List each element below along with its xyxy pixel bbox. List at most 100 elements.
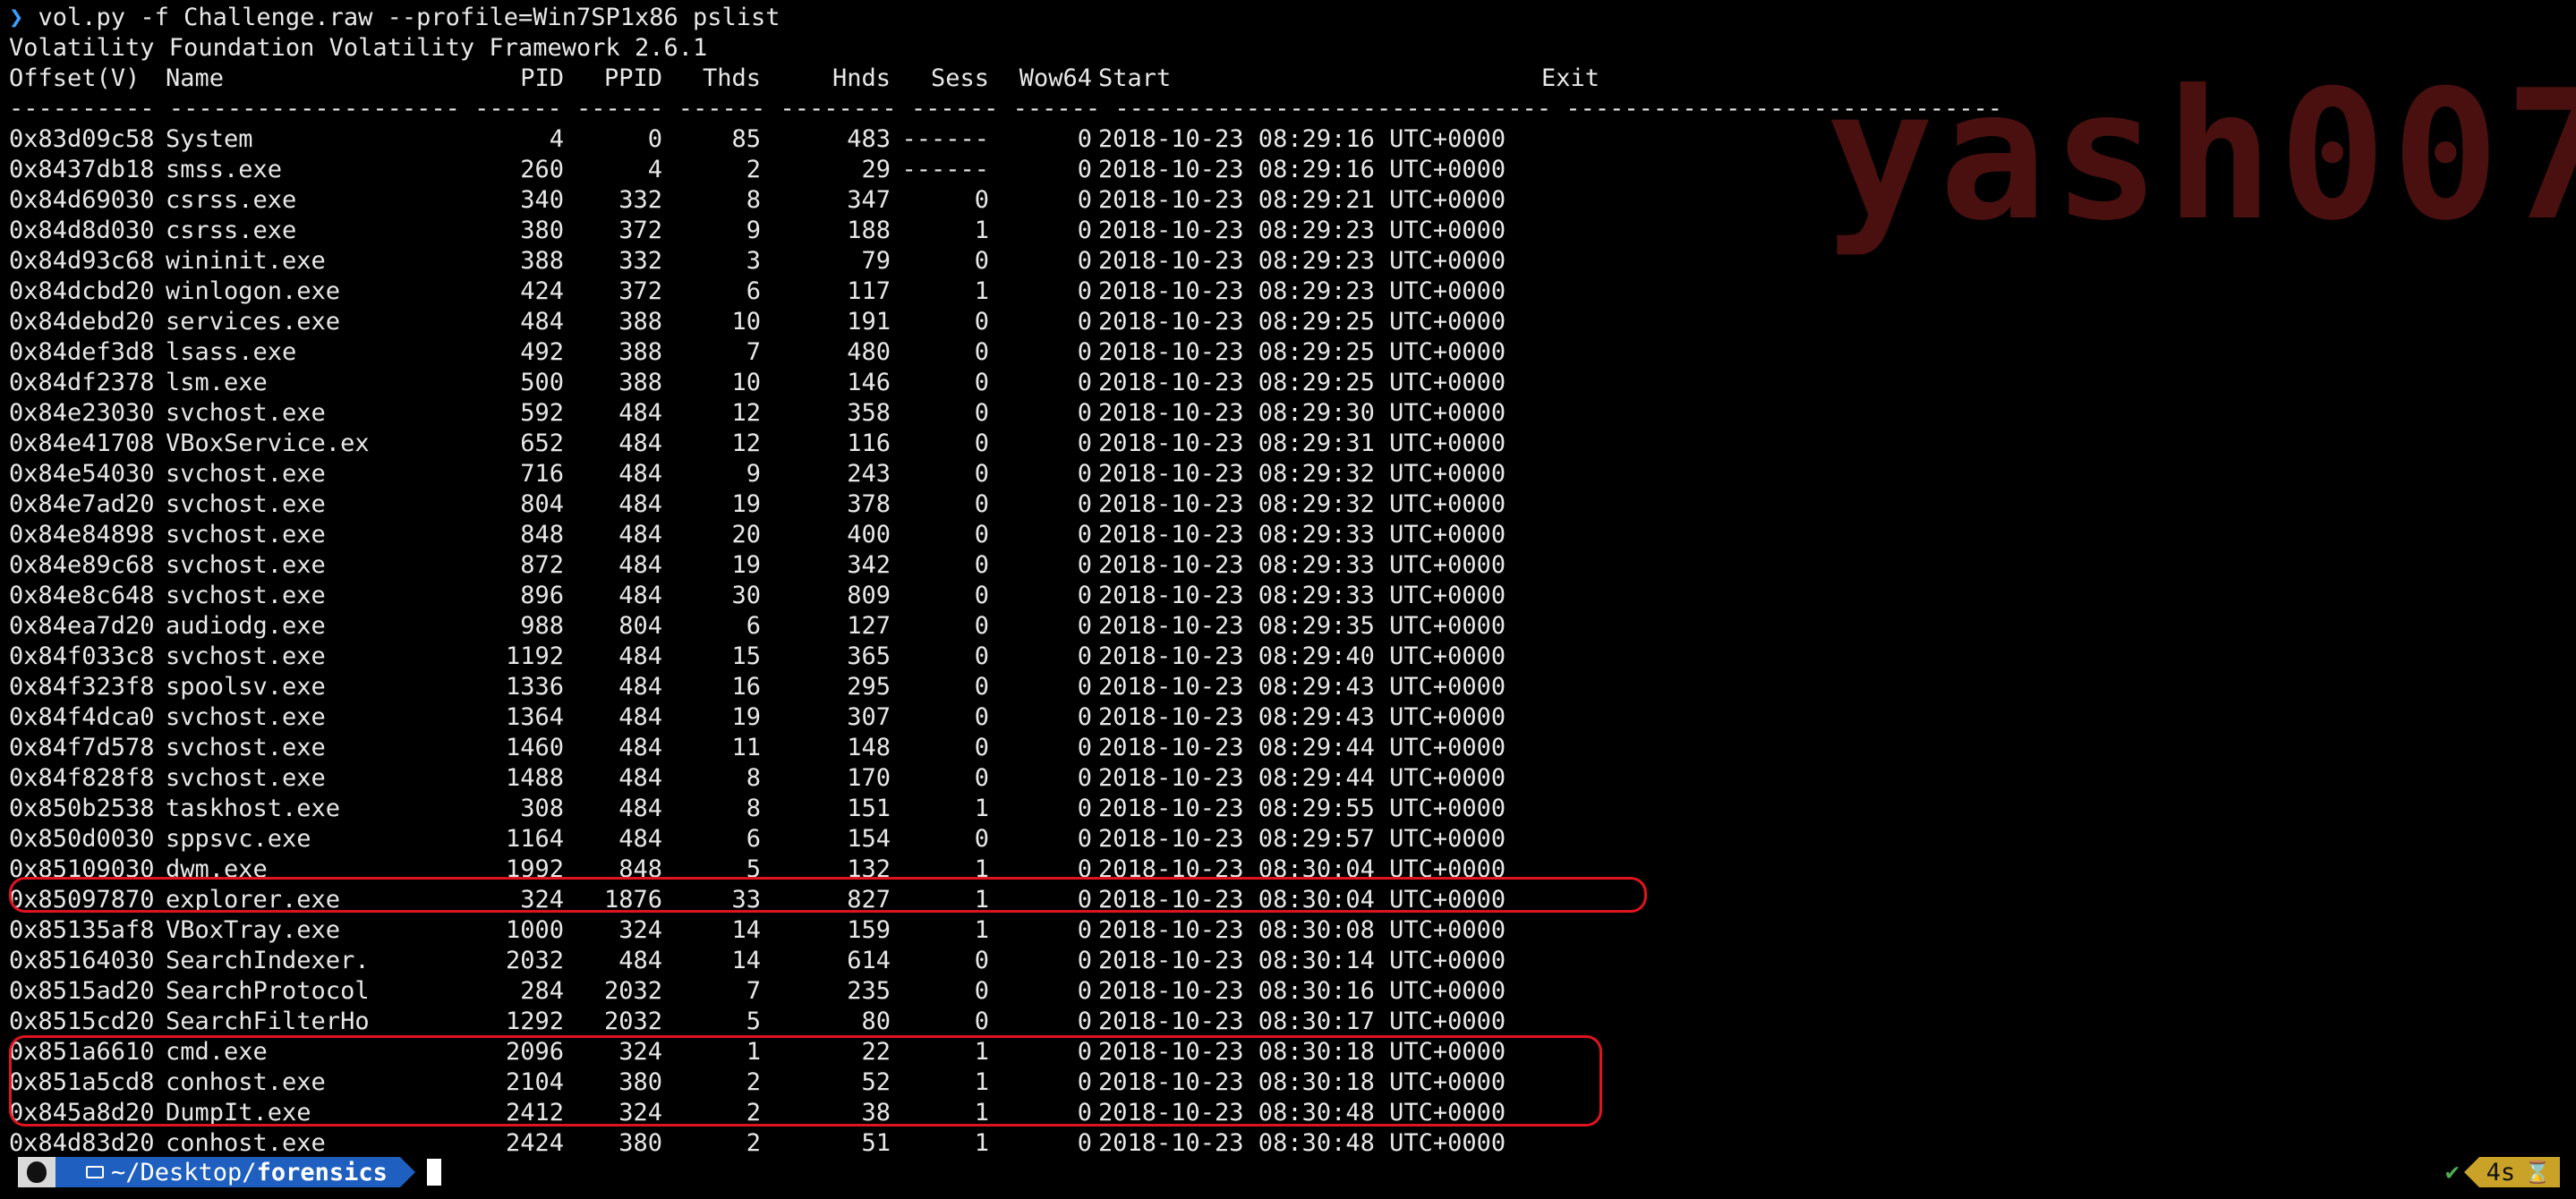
cell-thds: 6	[746, 612, 761, 640]
cell-wow64: 0	[1077, 186, 1092, 214]
cell-start: 2018-10-23 08:29:25 UTC+0000	[1098, 369, 1506, 396]
cell-sess: 1	[974, 916, 989, 944]
cell-sess: ------	[901, 156, 989, 183]
cell-wow64: 0	[1077, 277, 1092, 305]
cell-thds: 19	[731, 703, 761, 731]
cell-wow64: 0	[1077, 916, 1092, 944]
cell-sess: 0	[974, 521, 989, 548]
cell-pid: 2032	[505, 947, 564, 974]
cell-hnds: 146	[847, 369, 891, 396]
cell-pid: 260	[520, 156, 564, 183]
table-row: 0x850d0030 sppsvc.exe 1164 484 6 154 0 0 2018-10…	[9, 824, 2068, 855]
cell-hnds: 191	[847, 308, 891, 336]
volatility-banner: Volatility Foundation Volatility Framewo…	[9, 34, 708, 62]
cell-offset: 0x850b2538	[9, 795, 155, 822]
cell-thds: 5	[746, 1008, 761, 1035]
cell-ppid: 388	[618, 338, 662, 366]
cell-thds: 15	[731, 642, 761, 670]
highlight-cmd-dumpit-box	[9, 1035, 1602, 1127]
table-row: 0x84e84898 svchost.exe 848 484 20 400 0 0 2018-1…	[9, 520, 2068, 550]
cell-thds: 3	[746, 247, 761, 275]
cell-wow64: 0	[1077, 125, 1092, 153]
cell-hnds: 188	[847, 217, 891, 244]
text-cursor[interactable]	[426, 1159, 441, 1186]
cell-hnds: 347	[847, 186, 891, 214]
cell-pid: 284	[520, 977, 564, 1005]
cell-ppid: 484	[618, 460, 662, 488]
cell-sess: 0	[974, 825, 989, 853]
cell-hnds: 127	[847, 612, 891, 640]
cell-start: 2018-10-23 08:29:16 UTC+0000	[1098, 156, 1506, 183]
cell-offset: 0x84e41708	[9, 429, 155, 457]
terminal-window[interactable]: yash007 ❯ vol.py -f Challenge.raw --prof…	[9, 0, 2576, 1199]
cell-offset: 0x8437db18	[9, 156, 155, 183]
cell-thds: 20	[731, 521, 761, 548]
cell-offset: 0x84df2378	[9, 369, 155, 396]
cell-pid: 1336	[505, 673, 564, 701]
cell-wow64: 0	[1077, 338, 1092, 366]
cell-sess: 0	[974, 734, 989, 761]
cell-hnds: 51	[861, 1129, 891, 1157]
cell-hnds: 117	[847, 277, 891, 305]
status-right: ✔ 4s ⌛	[2445, 1157, 2560, 1187]
cell-hnds: 307	[847, 703, 891, 731]
cell-ppid: 484	[618, 825, 662, 853]
cell-wow64: 0	[1077, 490, 1092, 518]
cell-start: 2018-10-23 08:30:08 UTC+0000	[1098, 916, 1506, 944]
cell-pid: 1488	[505, 764, 564, 792]
cell-ppid: 484	[618, 551, 662, 579]
table-row: 0x84f7d578 svchost.exe 1460 484 11 148 0 0 2018-…	[9, 733, 2068, 763]
cell-pid: 388	[520, 247, 564, 275]
table-row: 0x84e41708 VBoxService.ex 652 484 12 116 0 0 201…	[9, 429, 2068, 459]
cell-hnds: 116	[847, 429, 891, 457]
path-prefix: ~/Desktop/	[111, 1158, 257, 1186]
cell-start: 2018-10-23 08:29:33 UTC+0000	[1098, 582, 1506, 609]
cell-wow64: 0	[1077, 521, 1092, 548]
cell-pid: 380	[520, 217, 564, 244]
table-row: 0x84e8c648 svchost.exe 896 484 30 809 0 0 2018-1…	[9, 581, 2068, 611]
cell-sess: 0	[974, 642, 989, 670]
cell-thds: 2	[746, 156, 761, 183]
cell-ppid: 332	[618, 186, 662, 214]
cell-offset: 0x84f4dca0	[9, 703, 155, 731]
cell-hnds: 342	[847, 551, 891, 579]
table-row: 0x84e23030 svchost.exe 592 484 12 358 0 0 2018-1…	[9, 398, 2068, 429]
cell-hnds: 159	[847, 916, 891, 944]
cell-thds: 12	[731, 429, 761, 457]
cell-ppid: 2032	[603, 977, 662, 1005]
col-wow64: Wow64	[1019, 64, 1092, 92]
cell-pid: 1292	[505, 1008, 564, 1035]
cell-ppid: 484	[618, 947, 662, 974]
apple-segment	[18, 1157, 71, 1187]
cell-offset: 0x84d69030	[9, 186, 155, 214]
cell-wow64: 0	[1077, 642, 1092, 670]
hourglass-icon: ⌛	[2524, 1160, 2551, 1185]
cell-offset: 0x84f323f8	[9, 673, 155, 701]
cell-pid: 592	[520, 399, 564, 427]
cell-offset: 0x84e8c648	[9, 582, 155, 609]
cell-thds: 16	[731, 673, 761, 701]
cell-start: 2018-10-23 08:29:35 UTC+0000	[1098, 612, 1506, 640]
duration-text: 4s	[2486, 1158, 2516, 1186]
cell-offset: 0x84dcbd20	[9, 277, 155, 305]
cell-thds: 11	[731, 734, 761, 761]
cell-start: 2018-10-23 08:29:23 UTC+0000	[1098, 277, 1506, 305]
table-separator: ---------- -------------------- ------ -…	[9, 95, 2002, 123]
cell-wow64: 0	[1077, 369, 1092, 396]
cell-hnds: 365	[847, 642, 891, 670]
table-row: 0x84def3d8 lsass.exe 492 388 7 480 0 0 2018-10-2…	[9, 337, 2068, 368]
command-text: vol.py -f Challenge.raw --profile=Win7SP…	[38, 4, 780, 31]
cell-start: 2018-10-23 08:29:57 UTC+0000	[1098, 825, 1506, 853]
table-row: 0x85135af8 VBoxTray.exe 1000 324 14 159 1 0 2018…	[9, 915, 2068, 946]
table-row: 0x84debd20 services.exe 484 388 10 191 0 0 2018-…	[9, 307, 2068, 337]
cell-sess: 1	[974, 795, 989, 822]
command-line: ❯ vol.py -f Challenge.raw --profile=Win7…	[9, 3, 780, 33]
cell-offset: 0x84f7d578	[9, 734, 155, 761]
cell-offset: 0x8515ad20	[9, 977, 155, 1005]
cell-pid: 308	[520, 795, 564, 822]
cell-pid: 716	[520, 460, 564, 488]
cell-hnds: 151	[847, 795, 891, 822]
cell-wow64: 0	[1077, 582, 1092, 609]
cell-hnds: 400	[847, 521, 891, 548]
cell-hnds: 243	[847, 460, 891, 488]
